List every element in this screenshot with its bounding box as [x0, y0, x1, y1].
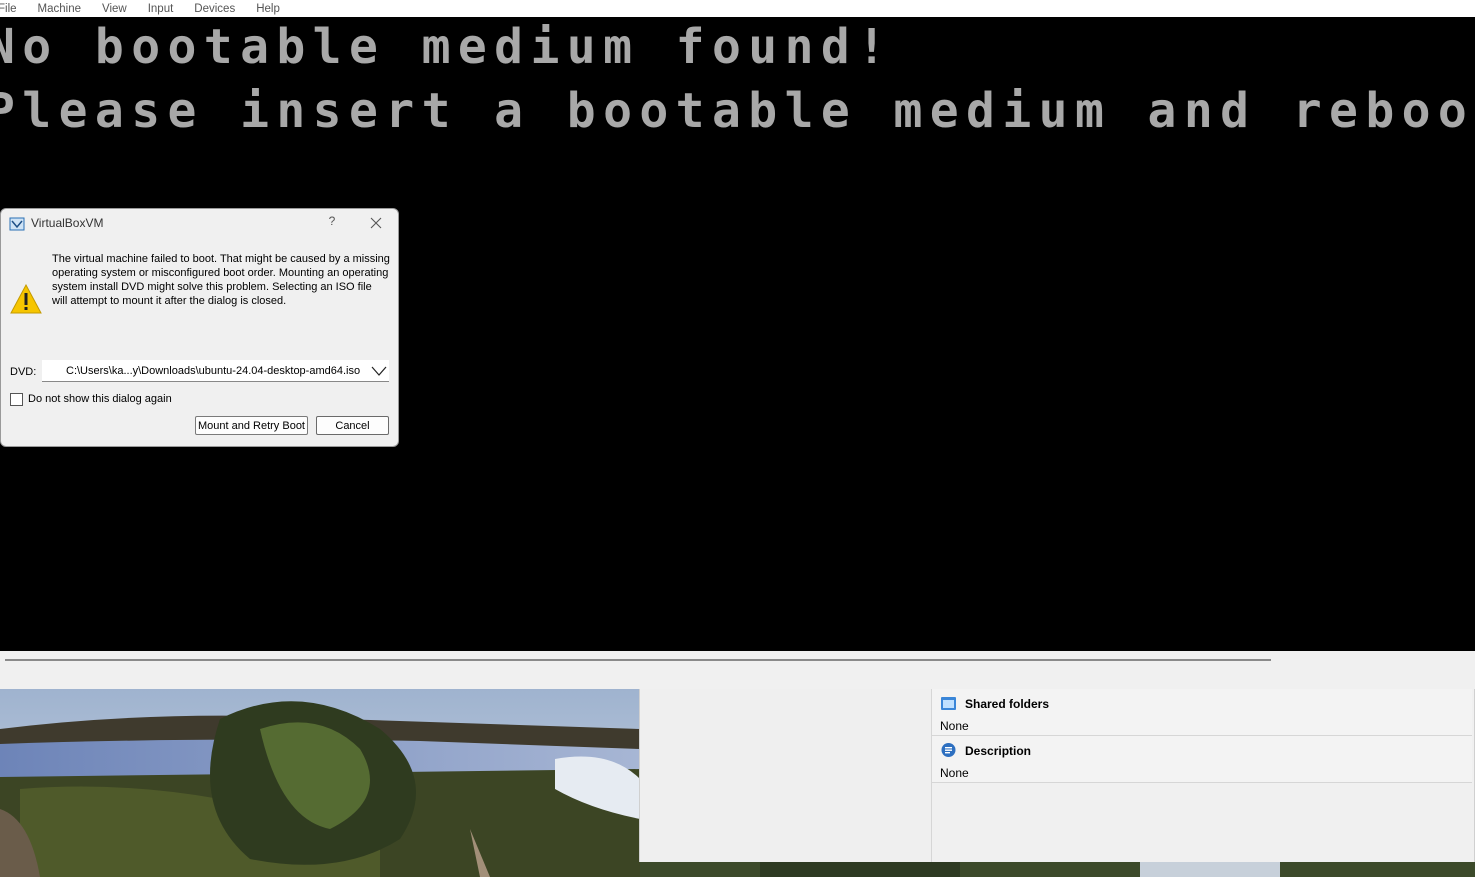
warning-icon: [10, 284, 42, 314]
description-header: Description: [940, 742, 1031, 759]
boot-error-line-2: Please insert a bootable medium and rebo…: [0, 83, 1475, 139]
cancel-button[interactable]: Cancel: [316, 416, 389, 435]
menu-machine[interactable]: Machine: [38, 3, 88, 15]
close-icon[interactable]: [367, 214, 385, 232]
dvd-combobox[interactable]: C:\Users\ka...y\Downloads\ubuntu-24.04-d…: [42, 360, 389, 382]
preview-area: [640, 689, 932, 862]
help-button[interactable]: ?: [324, 214, 340, 232]
desktop-wallpaper-strip: [640, 862, 1475, 877]
dvd-path-value: C:\Users\ka...y\Downloads\ubuntu-24.04-d…: [66, 365, 361, 377]
status-strip: [0, 651, 1475, 689]
virtualbox-app-icon: [9, 217, 25, 231]
menu-view[interactable]: View: [102, 3, 134, 15]
menu-bar: File Machine View Input Devices Help: [0, 0, 1475, 17]
do-not-show-label[interactable]: Do not show this dialog again: [28, 393, 172, 405]
boot-error-line-1: No bootable medium found!: [0, 19, 894, 75]
shared-folders-section[interactable]: Shared folders None: [932, 689, 1472, 736]
desktop-wallpaper: [0, 689, 640, 877]
mount-and-retry-boot-button[interactable]: Mount and Retry Boot: [195, 416, 308, 435]
speech-bubble-icon: [941, 743, 956, 757]
dvd-label: DVD:: [10, 366, 37, 378]
do-not-show-checkbox[interactable]: [10, 393, 23, 406]
divider: [5, 659, 1271, 661]
dialog-titlebar[interactable]: VirtualBoxVM ?: [1, 209, 398, 237]
description-title: Description: [965, 743, 1032, 758]
dialog-title: VirtualBoxVM: [31, 216, 104, 230]
description-section[interactable]: Description None: [932, 736, 1472, 783]
chevron-down-icon[interactable]: [371, 364, 387, 378]
dialog-message: The virtual machine failed to boot. That…: [52, 253, 390, 307]
boot-failure-dialog: VirtualBoxVM ? The virtual machine faile…: [0, 208, 399, 447]
menu-input[interactable]: Input: [148, 3, 181, 15]
vm-details-panel: Shared folders None Description None: [639, 689, 1475, 862]
menu-file[interactable]: File: [0, 3, 24, 15]
menu-help[interactable]: Help: [256, 3, 287, 15]
shared-folders-header: Shared folders: [940, 695, 1049, 712]
description-value: None: [940, 766, 969, 780]
shared-folders-value: None: [940, 719, 969, 733]
shared-folders-title: Shared folders: [965, 696, 1050, 711]
menu-devices[interactable]: Devices: [194, 3, 242, 15]
folder-icon: [941, 697, 956, 710]
